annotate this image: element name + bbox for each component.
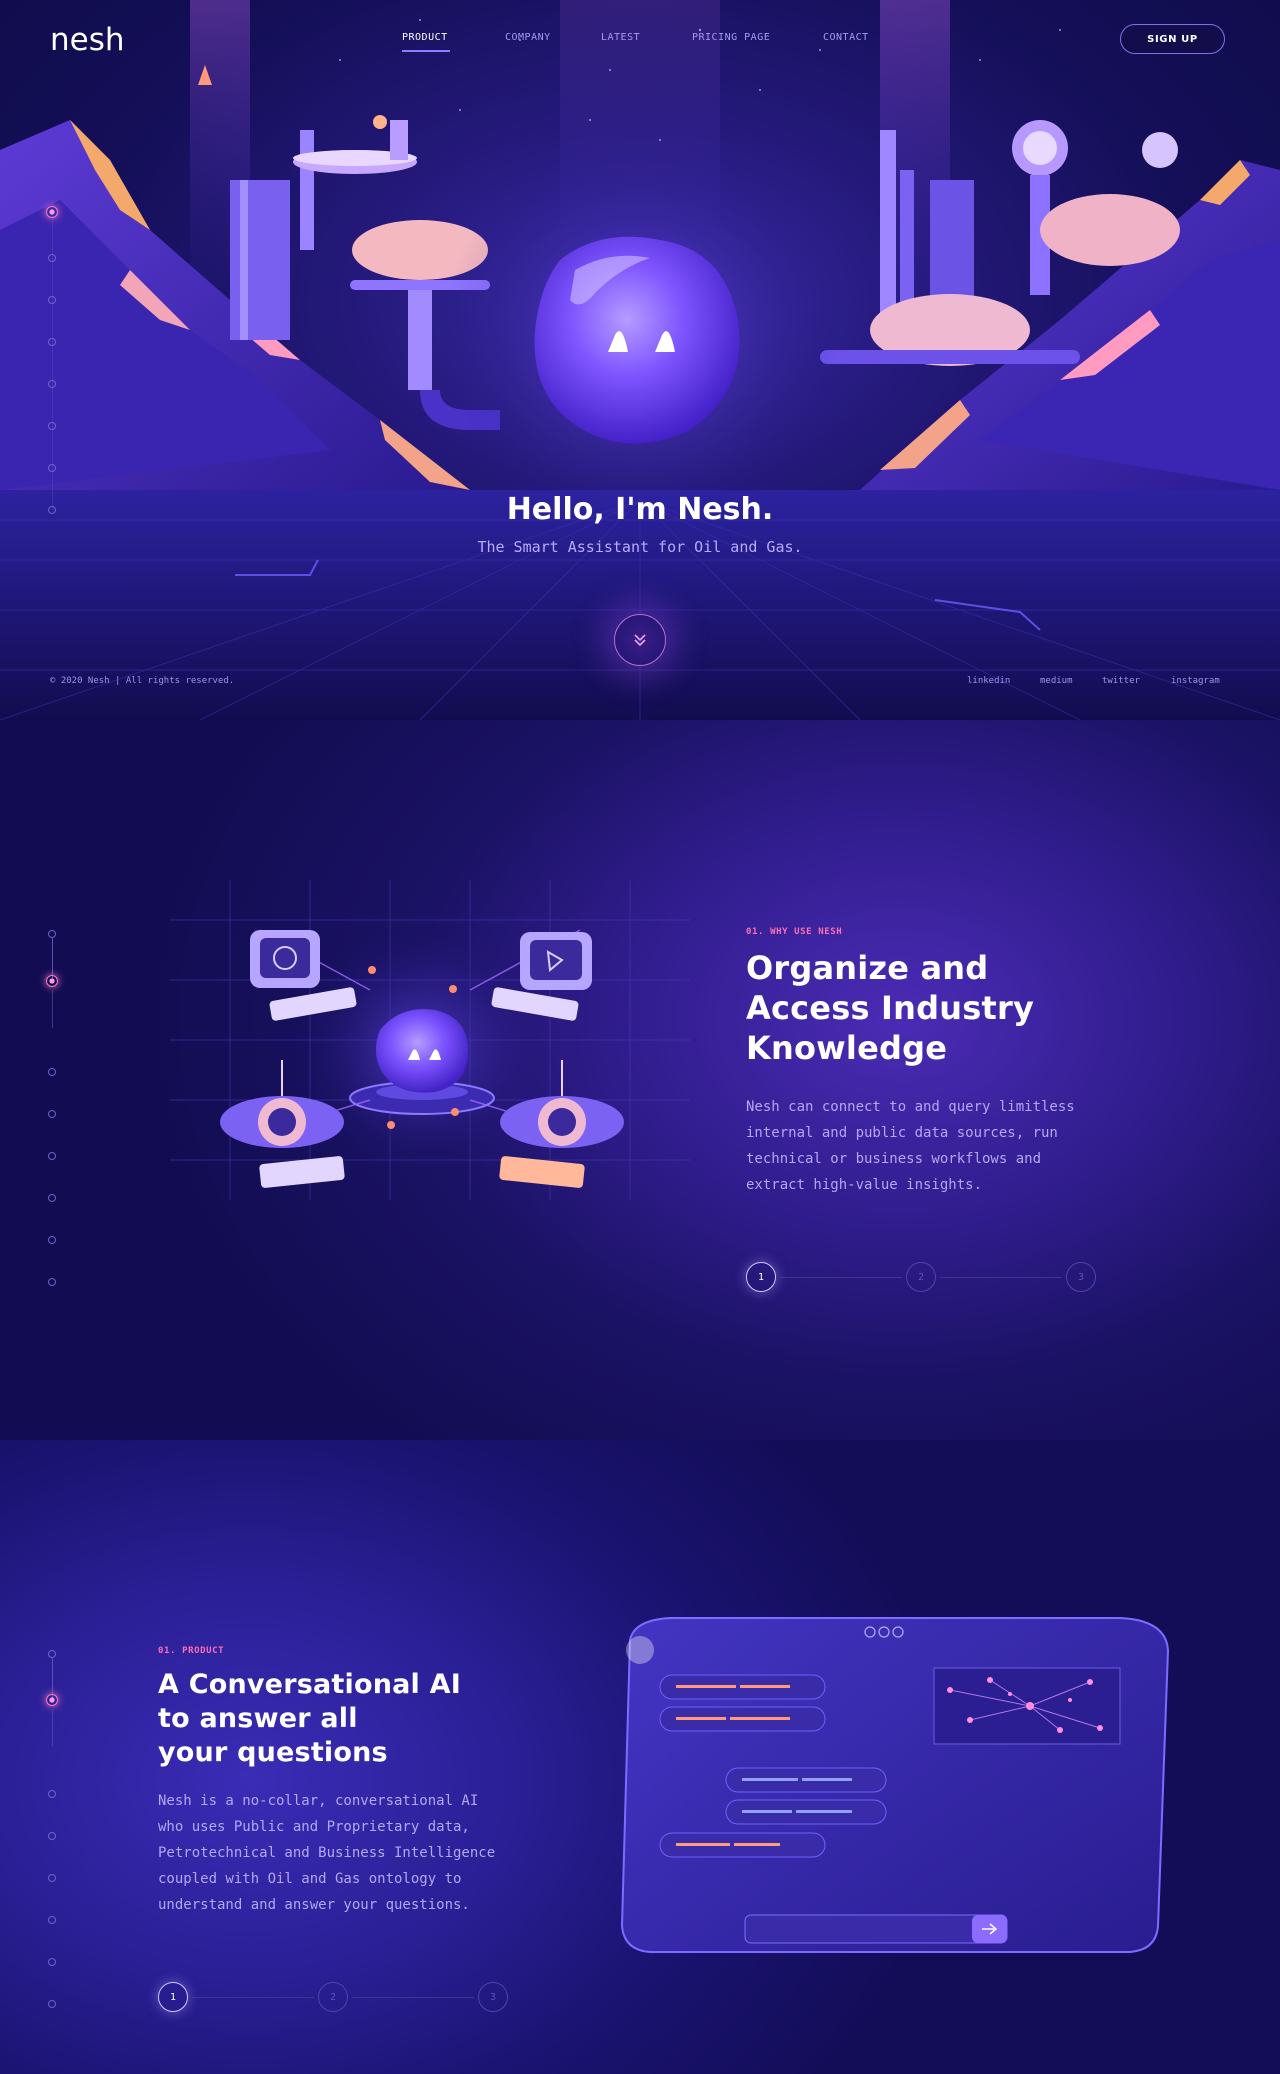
side-nav-dot[interactable] [48, 930, 56, 938]
section-eyebrow: 01. PRODUCT [158, 1646, 225, 1656]
side-nav-dot[interactable] [48, 1278, 56, 1286]
side-nav-dot[interactable] [48, 1194, 56, 1202]
social-linkedin[interactable]: linkedin [967, 676, 1010, 686]
product-section: 01. PRODUCT A Conversational AI to answe… [0, 1440, 1280, 2074]
chevron-double-down-icon [634, 634, 646, 647]
step-2[interactable]: 2 [318, 1982, 348, 2012]
hero-title: Hello, I'm Nesh. [506, 492, 774, 527]
scroll-down-button[interactable] [614, 614, 666, 666]
side-nav-dot[interactable] [48, 464, 56, 472]
nav-company[interactable]: COMPANY [505, 32, 551, 43]
section-title-line: Knowledge [746, 1029, 948, 1067]
body-line: Nesh is a no-collar, conversational AI [158, 1793, 479, 1809]
body-line: coupled with Oil and Gas ontology to [158, 1871, 462, 1887]
section-title: Organize and Access Industry Knowledge [746, 948, 1034, 1068]
carousel-stepper: 1 2 3 [158, 1982, 518, 2012]
side-nav-line [52, 1710, 53, 1746]
body-line: who uses Public and Proprietary data, [158, 1819, 470, 1835]
side-nav-dot[interactable] [48, 1832, 56, 1840]
nav-contact[interactable]: CONTACT [823, 32, 869, 43]
section-title-line: Organize and [746, 949, 989, 987]
side-nav-dot[interactable] [48, 1958, 56, 1966]
section-body: Nesh can connect to and query limitless … [746, 1094, 1075, 1198]
section-eyebrow: 01. WHY USE NESH [746, 927, 843, 937]
side-nav-dot[interactable] [48, 338, 56, 346]
body-line: Petrotechnical and Business Intelligence [158, 1845, 496, 1861]
body-line: technical or business workflows and [746, 1151, 1042, 1167]
carousel-stepper: 1 2 3 [746, 1262, 1106, 1292]
step-3[interactable]: 3 [1066, 1262, 1096, 1292]
step-1[interactable]: 1 [746, 1262, 776, 1292]
sign-up-button[interactable]: SIGN UP [1120, 24, 1225, 54]
nav-active-indicator [402, 50, 450, 52]
social-medium[interactable]: medium [1040, 676, 1073, 686]
section-title-line: A Conversational AI [158, 1669, 461, 1700]
hero-illustration [0, 0, 1280, 720]
section-title-line: your questions [158, 1737, 388, 1768]
body-line: extract high-value insights. [746, 1177, 983, 1193]
section-body: Nesh is a no-collar, conversational AI w… [158, 1788, 495, 1918]
side-nav-dot[interactable] [48, 1152, 56, 1160]
body-line: understand and answer your questions. [158, 1897, 470, 1913]
step-2[interactable]: 2 [906, 1262, 936, 1292]
side-nav-dot[interactable] [48, 296, 56, 304]
hero-subtitle: The Smart Assistant for Oil and Gas. [477, 538, 803, 556]
computers-network-illustration [170, 880, 690, 1200]
side-nav-dot-active[interactable] [46, 975, 58, 987]
section-title-line: Access Industry [746, 989, 1034, 1027]
copyright: © 2020 Nesh | All rights reserved. [50, 676, 235, 686]
side-nav-dot[interactable] [48, 2000, 56, 2008]
chat-window-illustration [620, 1617, 1170, 1953]
body-line: internal and public data sources, run [746, 1125, 1058, 1141]
stepper-line [780, 1277, 902, 1278]
side-nav-dot[interactable] [48, 422, 56, 430]
nav-product[interactable]: PRODUCT [402, 32, 448, 43]
side-nav-dot-active[interactable] [46, 1694, 58, 1706]
side-nav-line [52, 990, 53, 1028]
stepper-line [940, 1277, 1062, 1278]
side-nav-dot[interactable] [48, 1790, 56, 1798]
side-nav-dot-active[interactable] [46, 206, 58, 218]
side-nav-line [52, 1658, 53, 1698]
nav-pricing-page[interactable]: PRICING PAGE [692, 32, 770, 43]
side-nav-dot[interactable] [48, 1068, 56, 1076]
side-nav-dot[interactable] [48, 1236, 56, 1244]
side-nav-dot[interactable] [48, 1110, 56, 1118]
section-title: A Conversational AI to answer all your q… [158, 1668, 461, 1770]
side-nav-line [52, 938, 53, 978]
stepper-line [192, 1997, 314, 1998]
hero-section: nesh PRODUCT COMPANY LATEST PRICING PAGE… [0, 0, 1280, 720]
section-title-line: to answer all [158, 1703, 358, 1734]
social-instagram[interactable]: instagram [1171, 676, 1220, 686]
nesh-logo[interactable]: nesh [50, 22, 125, 58]
social-twitter[interactable]: twitter [1102, 676, 1140, 686]
step-1[interactable]: 1 [158, 1982, 188, 2012]
stepper-line [352, 1997, 474, 1998]
side-nav-dot[interactable] [48, 1650, 56, 1658]
side-nav-dot[interactable] [48, 254, 56, 262]
body-line: Nesh can connect to and query limitless [746, 1099, 1075, 1115]
step-3[interactable]: 3 [478, 1982, 508, 2012]
side-nav-dot[interactable] [48, 1916, 56, 1924]
why-nesh-section: 01. WHY USE NESH Organize and Access Ind… [0, 720, 1280, 1440]
side-nav-dot[interactable] [48, 1874, 56, 1882]
nav-latest[interactable]: LATEST [601, 32, 640, 43]
side-nav-dot[interactable] [48, 380, 56, 388]
